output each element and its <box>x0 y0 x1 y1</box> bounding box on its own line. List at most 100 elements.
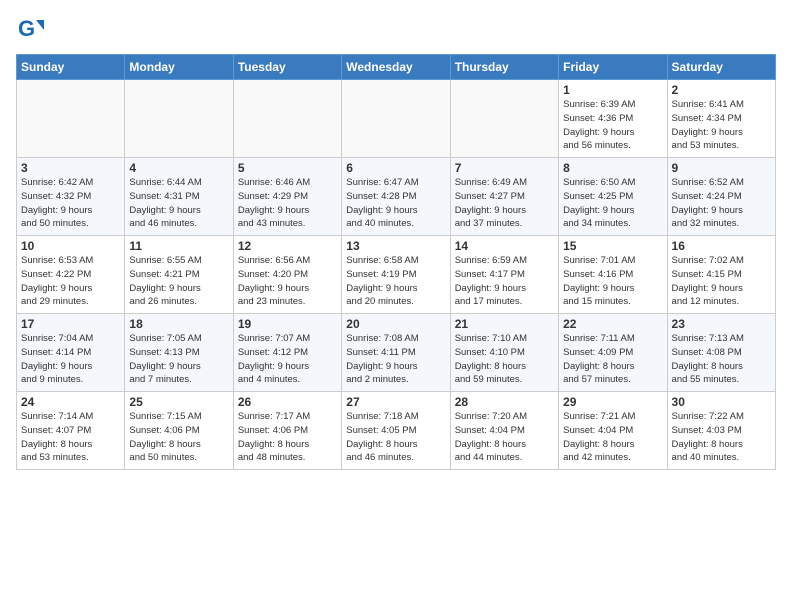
calendar-cell: 27Sunrise: 7:18 AM Sunset: 4:05 PM Dayli… <box>342 392 450 470</box>
day-info: Sunrise: 6:49 AM Sunset: 4:27 PM Dayligh… <box>455 176 554 231</box>
day-info: Sunrise: 7:01 AM Sunset: 4:16 PM Dayligh… <box>563 254 662 309</box>
calendar-cell <box>450 80 558 158</box>
day-number: 3 <box>21 161 120 175</box>
day-number: 26 <box>238 395 337 409</box>
calendar-week-row: 10Sunrise: 6:53 AM Sunset: 4:22 PM Dayli… <box>17 236 776 314</box>
day-info: Sunrise: 7:07 AM Sunset: 4:12 PM Dayligh… <box>238 332 337 387</box>
svg-text:G: G <box>18 16 35 41</box>
calendar-cell: 11Sunrise: 6:55 AM Sunset: 4:21 PM Dayli… <box>125 236 233 314</box>
day-number: 18 <box>129 317 228 331</box>
day-number: 25 <box>129 395 228 409</box>
day-info: Sunrise: 7:11 AM Sunset: 4:09 PM Dayligh… <box>563 332 662 387</box>
calendar-cell <box>342 80 450 158</box>
day-info: Sunrise: 7:18 AM Sunset: 4:05 PM Dayligh… <box>346 410 445 465</box>
calendar-cell: 13Sunrise: 6:58 AM Sunset: 4:19 PM Dayli… <box>342 236 450 314</box>
day-info: Sunrise: 6:44 AM Sunset: 4:31 PM Dayligh… <box>129 176 228 231</box>
day-info: Sunrise: 7:02 AM Sunset: 4:15 PM Dayligh… <box>672 254 771 309</box>
day-info: Sunrise: 6:58 AM Sunset: 4:19 PM Dayligh… <box>346 254 445 309</box>
day-number: 2 <box>672 83 771 97</box>
day-info: Sunrise: 7:13 AM Sunset: 4:08 PM Dayligh… <box>672 332 771 387</box>
day-number: 24 <box>21 395 120 409</box>
day-number: 9 <box>672 161 771 175</box>
calendar-cell: 26Sunrise: 7:17 AM Sunset: 4:06 PM Dayli… <box>233 392 341 470</box>
day-number: 27 <box>346 395 445 409</box>
day-number: 20 <box>346 317 445 331</box>
calendar-cell <box>233 80 341 158</box>
calendar-week-row: 17Sunrise: 7:04 AM Sunset: 4:14 PM Dayli… <box>17 314 776 392</box>
calendar-header-row: SundayMondayTuesdayWednesdayThursdayFrid… <box>17 55 776 80</box>
day-number: 28 <box>455 395 554 409</box>
day-number: 15 <box>563 239 662 253</box>
calendar-col-tuesday: Tuesday <box>233 55 341 80</box>
calendar-cell: 5Sunrise: 6:46 AM Sunset: 4:29 PM Daylig… <box>233 158 341 236</box>
calendar-cell: 15Sunrise: 7:01 AM Sunset: 4:16 PM Dayli… <box>559 236 667 314</box>
calendar-cell: 14Sunrise: 6:59 AM Sunset: 4:17 PM Dayli… <box>450 236 558 314</box>
day-info: Sunrise: 7:08 AM Sunset: 4:11 PM Dayligh… <box>346 332 445 387</box>
day-number: 16 <box>672 239 771 253</box>
calendar-cell: 6Sunrise: 6:47 AM Sunset: 4:28 PM Daylig… <box>342 158 450 236</box>
calendar-cell: 2Sunrise: 6:41 AM Sunset: 4:34 PM Daylig… <box>667 80 775 158</box>
calendar-col-thursday: Thursday <box>450 55 558 80</box>
day-number: 1 <box>563 83 662 97</box>
day-number: 19 <box>238 317 337 331</box>
day-info: Sunrise: 6:46 AM Sunset: 4:29 PM Dayligh… <box>238 176 337 231</box>
day-number: 4 <box>129 161 228 175</box>
day-info: Sunrise: 6:53 AM Sunset: 4:22 PM Dayligh… <box>21 254 120 309</box>
calendar-table: SundayMondayTuesdayWednesdayThursdayFrid… <box>16 54 776 470</box>
day-number: 12 <box>238 239 337 253</box>
calendar-cell: 4Sunrise: 6:44 AM Sunset: 4:31 PM Daylig… <box>125 158 233 236</box>
day-info: Sunrise: 6:41 AM Sunset: 4:34 PM Dayligh… <box>672 98 771 153</box>
logo-icon: G <box>16 16 44 44</box>
calendar-cell: 25Sunrise: 7:15 AM Sunset: 4:06 PM Dayli… <box>125 392 233 470</box>
calendar-cell: 10Sunrise: 6:53 AM Sunset: 4:22 PM Dayli… <box>17 236 125 314</box>
day-info: Sunrise: 6:52 AM Sunset: 4:24 PM Dayligh… <box>672 176 771 231</box>
calendar-cell <box>17 80 125 158</box>
day-number: 22 <box>563 317 662 331</box>
calendar-cell: 9Sunrise: 6:52 AM Sunset: 4:24 PM Daylig… <box>667 158 775 236</box>
calendar-cell: 3Sunrise: 6:42 AM Sunset: 4:32 PM Daylig… <box>17 158 125 236</box>
day-number: 17 <box>21 317 120 331</box>
calendar-cell: 12Sunrise: 6:56 AM Sunset: 4:20 PM Dayli… <box>233 236 341 314</box>
calendar-cell: 30Sunrise: 7:22 AM Sunset: 4:03 PM Dayli… <box>667 392 775 470</box>
calendar-cell: 24Sunrise: 7:14 AM Sunset: 4:07 PM Dayli… <box>17 392 125 470</box>
day-info: Sunrise: 6:39 AM Sunset: 4:36 PM Dayligh… <box>563 98 662 153</box>
day-info: Sunrise: 7:05 AM Sunset: 4:13 PM Dayligh… <box>129 332 228 387</box>
day-number: 29 <box>563 395 662 409</box>
day-info: Sunrise: 7:21 AM Sunset: 4:04 PM Dayligh… <box>563 410 662 465</box>
day-number: 13 <box>346 239 445 253</box>
calendar-cell: 16Sunrise: 7:02 AM Sunset: 4:15 PM Dayli… <box>667 236 775 314</box>
day-info: Sunrise: 7:20 AM Sunset: 4:04 PM Dayligh… <box>455 410 554 465</box>
logo: G <box>16 16 48 44</box>
day-number: 21 <box>455 317 554 331</box>
day-number: 11 <box>129 239 228 253</box>
day-number: 14 <box>455 239 554 253</box>
day-info: Sunrise: 6:47 AM Sunset: 4:28 PM Dayligh… <box>346 176 445 231</box>
calendar-week-row: 24Sunrise: 7:14 AM Sunset: 4:07 PM Dayli… <box>17 392 776 470</box>
calendar-cell: 8Sunrise: 6:50 AM Sunset: 4:25 PM Daylig… <box>559 158 667 236</box>
day-info: Sunrise: 6:42 AM Sunset: 4:32 PM Dayligh… <box>21 176 120 231</box>
day-number: 10 <box>21 239 120 253</box>
day-number: 5 <box>238 161 337 175</box>
day-number: 8 <box>563 161 662 175</box>
calendar-col-saturday: Saturday <box>667 55 775 80</box>
day-info: Sunrise: 6:59 AM Sunset: 4:17 PM Dayligh… <box>455 254 554 309</box>
day-info: Sunrise: 7:15 AM Sunset: 4:06 PM Dayligh… <box>129 410 228 465</box>
calendar-cell: 19Sunrise: 7:07 AM Sunset: 4:12 PM Dayli… <box>233 314 341 392</box>
calendar-cell: 22Sunrise: 7:11 AM Sunset: 4:09 PM Dayli… <box>559 314 667 392</box>
calendar-cell: 20Sunrise: 7:08 AM Sunset: 4:11 PM Dayli… <box>342 314 450 392</box>
page-header: G <box>16 16 776 44</box>
calendar-cell: 17Sunrise: 7:04 AM Sunset: 4:14 PM Dayli… <box>17 314 125 392</box>
day-info: Sunrise: 7:17 AM Sunset: 4:06 PM Dayligh… <box>238 410 337 465</box>
day-info: Sunrise: 7:22 AM Sunset: 4:03 PM Dayligh… <box>672 410 771 465</box>
calendar-week-row: 1Sunrise: 6:39 AM Sunset: 4:36 PM Daylig… <box>17 80 776 158</box>
day-info: Sunrise: 6:56 AM Sunset: 4:20 PM Dayligh… <box>238 254 337 309</box>
calendar-cell: 7Sunrise: 6:49 AM Sunset: 4:27 PM Daylig… <box>450 158 558 236</box>
day-number: 23 <box>672 317 771 331</box>
calendar-cell: 28Sunrise: 7:20 AM Sunset: 4:04 PM Dayli… <box>450 392 558 470</box>
day-info: Sunrise: 6:50 AM Sunset: 4:25 PM Dayligh… <box>563 176 662 231</box>
calendar-cell: 18Sunrise: 7:05 AM Sunset: 4:13 PM Dayli… <box>125 314 233 392</box>
calendar-cell: 29Sunrise: 7:21 AM Sunset: 4:04 PM Dayli… <box>559 392 667 470</box>
day-number: 7 <box>455 161 554 175</box>
day-number: 30 <box>672 395 771 409</box>
calendar-cell <box>125 80 233 158</box>
